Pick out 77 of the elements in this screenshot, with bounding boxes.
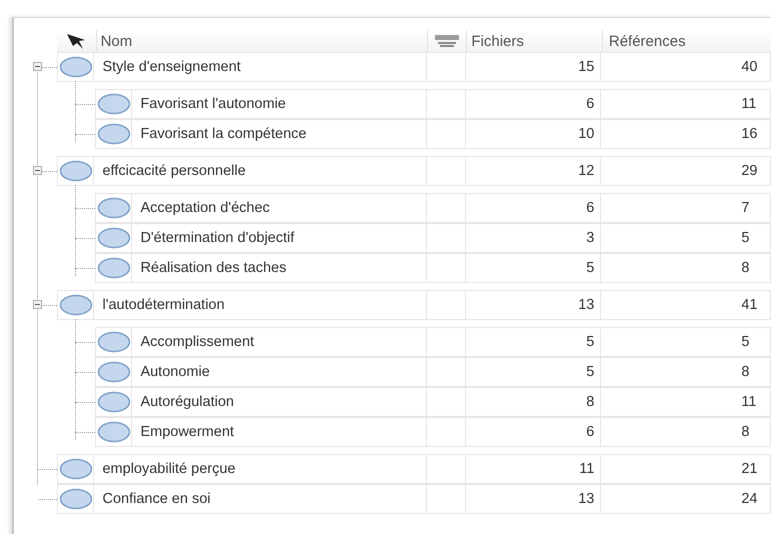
attachment-icon [434, 34, 460, 48]
files-count: 8 [466, 387, 602, 417]
table-cell [426, 156, 466, 186]
files-count: 6 [466, 193, 602, 223]
references-count: 40 [601, 52, 771, 82]
files-count: 6 [466, 89, 602, 119]
node-name[interactable]: Réalisation des taches [132, 253, 427, 283]
table-cell [426, 89, 466, 119]
node-icon [96, 361, 131, 383]
node-name[interactable]: Confiance en soi [94, 484, 427, 514]
references-count: 11 [601, 89, 771, 119]
node-icon [96, 257, 131, 279]
table-cell [426, 454, 466, 484]
references-column-header[interactable]: Références [602, 30, 771, 52]
files-count: 13 [466, 290, 602, 320]
references-count: 5 [601, 327, 771, 357]
node-icon [96, 123, 131, 145]
files-count: 11 [466, 454, 602, 484]
node-name[interactable]: effcicacité personnelle [94, 156, 427, 186]
node-icon [96, 421, 131, 443]
node-icon [96, 331, 131, 353]
references-count: 8 [601, 357, 771, 387]
table-cell [426, 119, 466, 149]
node-name[interactable]: D'étermination d'objectif [132, 223, 427, 253]
node-icon [96, 227, 131, 249]
files-count: 12 [466, 156, 602, 186]
table-cell [426, 253, 466, 283]
collapse-toggle[interactable] [33, 300, 42, 309]
node-icon [58, 56, 93, 78]
node-icon [58, 160, 93, 182]
references-count: 21 [601, 454, 771, 484]
node-name[interactable]: Autorégulation [132, 387, 427, 417]
files-count: 10 [466, 119, 602, 149]
node-icon [96, 93, 131, 115]
references-count: 11 [601, 387, 771, 417]
node-name[interactable]: Autonomie [132, 357, 427, 387]
table-cell [426, 193, 466, 223]
node-name[interactable]: Style d'enseignement [94, 52, 427, 82]
name-column-header[interactable]: Nom [96, 30, 428, 52]
references-count: 7 [601, 193, 771, 223]
node-icon [58, 458, 93, 480]
files-count: 3 [466, 223, 602, 253]
references-count: 16 [601, 119, 771, 149]
node-name[interactable]: Accomplissement [132, 327, 427, 357]
files-count: 5 [466, 357, 602, 387]
references-count: 29 [601, 156, 771, 186]
files-count: 5 [466, 253, 602, 283]
node-name[interactable]: Favorisant la compétence [132, 119, 427, 149]
references-count: 8 [601, 253, 771, 283]
table-cell [426, 484, 466, 514]
table-cell [426, 357, 466, 387]
node-icon [58, 294, 93, 316]
references-count: 5 [601, 223, 771, 253]
table-cell [426, 387, 466, 417]
node-name[interactable]: l'autodétermination [94, 290, 427, 320]
collapse-toggle[interactable] [33, 166, 42, 175]
node-icon [96, 391, 131, 413]
files-count: 6 [466, 417, 602, 447]
collapse-toggle[interactable] [33, 62, 42, 71]
references-count: 24 [601, 484, 771, 514]
files-count: 5 [466, 327, 602, 357]
table-cell [426, 417, 466, 447]
table-cell [426, 290, 466, 320]
node-name[interactable]: Acceptation d'échec [132, 193, 427, 223]
node-icon [96, 197, 131, 219]
references-count: 41 [601, 290, 771, 320]
references-count: 8 [601, 417, 771, 447]
node-name[interactable]: employabilité perçue [94, 454, 427, 484]
table-cell [426, 327, 466, 357]
files-column-header[interactable]: Fichiers [467, 30, 603, 52]
files-count: 13 [466, 484, 602, 514]
files-count: 15 [466, 52, 602, 82]
node-name[interactable]: Favorisant l'autonomie [132, 89, 427, 119]
table-cell [426, 223, 466, 253]
node-icon [58, 488, 93, 510]
node-name[interactable]: Empowerment [132, 417, 427, 447]
table-cell [426, 52, 466, 82]
